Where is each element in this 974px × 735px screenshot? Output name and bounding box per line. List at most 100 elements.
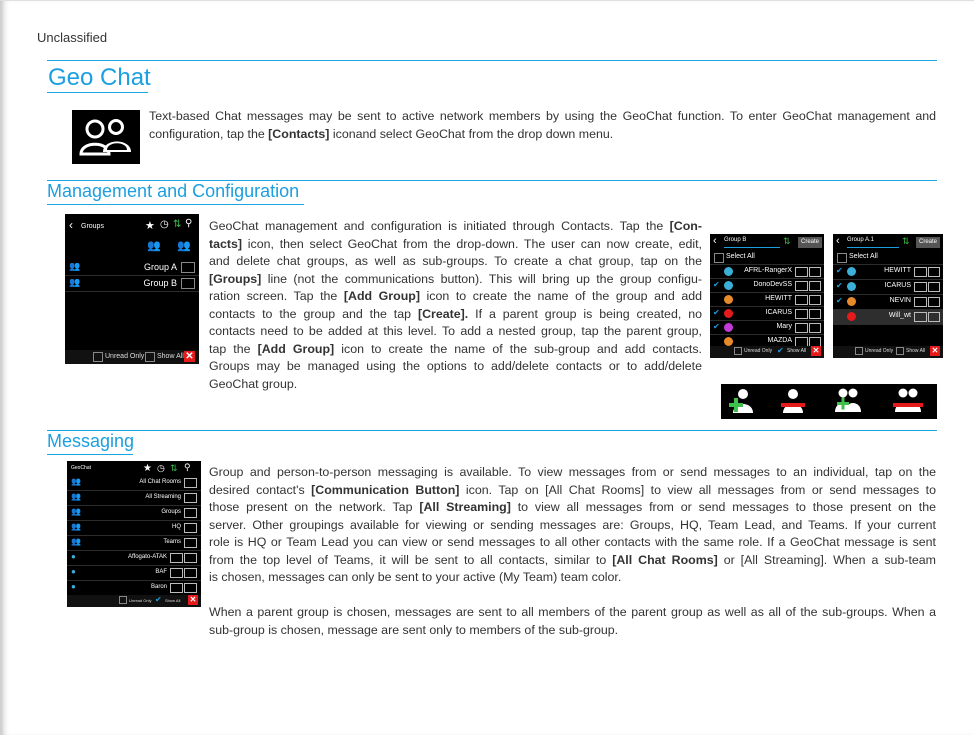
messaging-underline <box>47 454 133 455</box>
title-underline <box>47 92 148 93</box>
group-icon: 👥 <box>71 492 81 501</box>
team-color-icon: ● <box>71 567 76 576</box>
sort-icon: ⇅ <box>783 236 791 246</box>
contact-card-icon <box>795 281 808 291</box>
contact-card-icon <box>170 583 183 593</box>
chat-room-row: ● Baron <box>67 581 201 596</box>
show-all-label: Show All <box>787 348 807 354</box>
chat-room-name: BAF <box>155 569 167 575</box>
chat-button-icon <box>928 297 940 307</box>
text-segment: those present on the network. Tap <box>209 500 420 514</box>
team-color-icon <box>847 312 856 321</box>
contact-row: AFRL-RangerX <box>710 265 824 279</box>
chat-room-row: 👥 HQ <box>67 521 201 536</box>
team-color-icon <box>724 267 733 276</box>
management-underline <box>47 204 304 205</box>
classification-label: Unclassified <box>37 30 108 45</box>
text-segment: to view all messages from or send messag… <box>510 500 936 514</box>
contact-card-icon <box>914 312 927 322</box>
bold-text: [Add Group] <box>257 341 335 356</box>
text-line: GeoChat group. <box>209 376 702 394</box>
close-icon: ✕ <box>184 351 195 362</box>
show-all-label: Show All <box>157 353 184 360</box>
chat-room-name: Groups <box>161 509 181 515</box>
text-segment: icon, then select GeoChat from the drop-… <box>242 236 702 251</box>
contact-row: ✔ Mary <box>710 321 824 335</box>
chat-button-icon <box>809 267 821 277</box>
contacts-icon <box>72 110 140 164</box>
close-icon: ✕ <box>188 595 198 605</box>
team-color-icon: ● <box>71 582 76 591</box>
text-segment: Groups may be managed using the options … <box>209 359 702 373</box>
text-segment: icon to create the name of the sub-group… <box>334 341 702 356</box>
text-line: is chosen, messages can only be sent to … <box>209 569 936 587</box>
contact-card-icon <box>795 309 808 319</box>
add-group-icon: 👥 <box>147 240 161 252</box>
chat-button-icon <box>928 312 940 322</box>
groups-screen-title: Groups <box>81 223 104 230</box>
text-segment: ration screen. Tap the <box>209 289 344 303</box>
text-segment: is chosen, messages can only be sent to … <box>209 570 622 584</box>
communication-button-icon <box>184 568 197 578</box>
text-segment: GeoChat group. <box>209 376 298 391</box>
show-all-label: Show All <box>165 598 181 603</box>
page-title: Geo Chat <box>48 64 151 91</box>
contact-name: HEWITT <box>765 295 792 302</box>
sort-icon: ⇅ <box>902 236 910 246</box>
text-segment: and delete chat groups, as well as sub-g… <box>209 254 702 268</box>
add-contact-icon <box>729 389 753 413</box>
communication-button-icon <box>184 493 197 503</box>
text-segment: contacts need to be added at this level.… <box>209 324 702 338</box>
text-line: from the top level of Teams, it will be … <box>209 552 936 570</box>
chat-button-icon <box>809 323 821 333</box>
create-button: Create <box>798 237 822 248</box>
management-heading: Management and Configuration <box>47 181 300 201</box>
bold-text: [All Chat Rooms] <box>612 552 718 567</box>
check-icon: ✔ <box>155 595 162 604</box>
contact-row: ✔ NEVIN <box>833 295 943 310</box>
delete-group-icon: 👥 <box>177 240 191 252</box>
text-segment: contacts to the group and the tap <box>209 306 418 321</box>
team-color-icon <box>724 337 733 346</box>
contact-row: ✔ ICARUS <box>710 307 824 321</box>
contact-name: AFRL-RangerX <box>744 267 792 274</box>
messaging-heading: Messaging <box>47 431 135 451</box>
contact-card-icon <box>914 282 927 292</box>
document-page: Unclassified Geo Chat Text-based Chat me… <box>0 0 974 735</box>
group-icon: 👥 <box>71 522 81 531</box>
group-action-icons <box>721 384 937 419</box>
group-icon: 👥 <box>69 261 81 271</box>
communication-button-icon <box>184 523 197 533</box>
team-color-icon <box>724 281 733 290</box>
bold-text: [Con- <box>669 219 702 233</box>
chat-room-name: All Streaming <box>145 494 181 500</box>
text-segment: server. Other groupings available for vi… <box>209 517 936 532</box>
chat-room-row: 👥 Groups <box>67 506 201 521</box>
create-button: Create <box>916 237 940 248</box>
text-segment: icon. Tap on [All Chat Rooms] to view al… <box>459 482 936 497</box>
management-paragraph: GeoChat management and configuration is … <box>209 218 702 393</box>
chat-button-icon <box>809 309 821 319</box>
contact-checkbox: ✔ <box>836 281 843 290</box>
contact-checkbox: ✔ <box>836 266 843 275</box>
contact-name: Mary <box>776 323 792 330</box>
remove-contact-icon <box>781 389 805 413</box>
chat-room-name: Affogato-ATAK <box>127 554 167 560</box>
group-icon: 👥 <box>71 537 81 546</box>
delete-group-icon <box>893 388 923 412</box>
text-line: server. Other groupings available for vi… <box>209 517 936 535</box>
text-line: GeoChat management and configuration is … <box>209 218 702 236</box>
contact-checkbox: ✔ <box>836 296 843 305</box>
intro-paragraph: Text-based Chat messages may be sent to … <box>149 108 936 143</box>
select-all-row: Select All <box>710 252 824 265</box>
team-color-icon <box>724 309 733 318</box>
contact-name: ICARUS <box>884 282 911 289</box>
search-icon: ⚲ <box>185 218 193 229</box>
text-segment: role is HQ or Team Lead you can view or … <box>209 535 936 549</box>
contact-checkbox: ✔ <box>713 322 720 331</box>
text-segment: Group and person-to-person messaging is … <box>209 465 936 479</box>
select-all-label: Select All <box>849 253 878 260</box>
groups-row: 👥 Group B <box>65 276 199 292</box>
show-all-checkbox <box>145 352 155 362</box>
chat-button-icon <box>928 282 940 292</box>
